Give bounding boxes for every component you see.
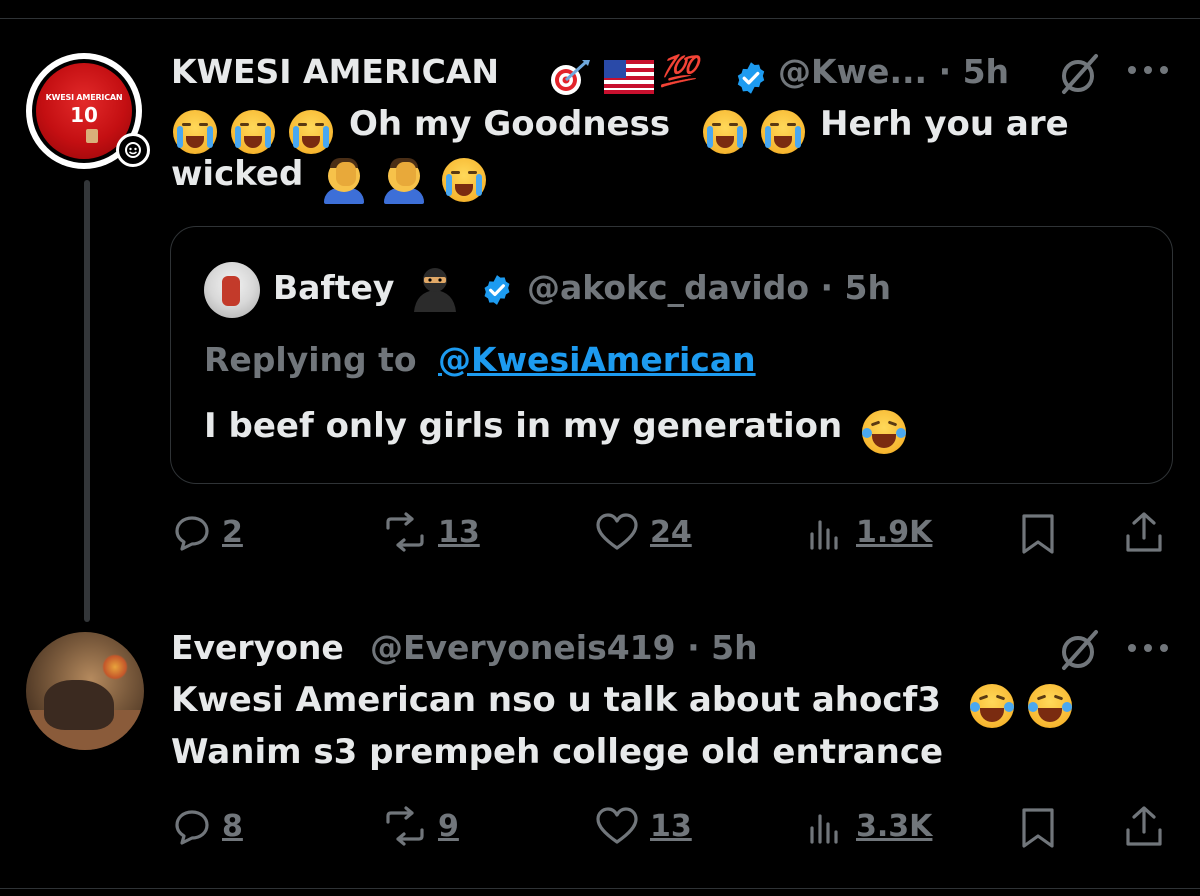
quoted-tweet-text: I beef only girls in my generation [204,406,843,446]
us-flag-icon [604,60,654,98]
handle: @akokc_davido [527,268,810,307]
like-count: 24 [650,514,692,550]
bookmark-icon [1018,806,1058,850]
reply-button[interactable]: 2 [172,512,243,552]
tweet-text-part: Wanim s3 prempeh college old entrance [171,732,944,772]
bottom-divider [0,888,1200,889]
view-count: 1.9K [856,514,933,550]
handle-and-time[interactable]: @Kwe... · 5h [778,52,1009,91]
timestamp: · 5h [938,52,1010,91]
bookmark-button[interactable] [1018,806,1058,850]
crying-face-emoji-icon [173,110,217,154]
tweet-text-part: wicked [171,154,304,194]
handle-and-time[interactable]: @Everyoneis419 · 5h [370,628,758,667]
grok-icon[interactable] [1056,628,1102,678]
tweet-text-part: Oh my Goodness [349,104,671,144]
like-count: 13 [650,808,692,844]
ninja-emoji-icon [410,266,460,316]
heart-icon [594,806,640,846]
reply-icon [172,806,212,846]
crying-face-emoji-icon [231,110,275,154]
repost-icon [382,512,428,552]
timestamp: · 5h [820,268,891,307]
tweet-text-part: Kwesi American nso u talk about ahocf3 [171,680,941,720]
facepalm-emoji-icon [322,156,366,204]
repost-button[interactable]: 13 [382,512,480,552]
repost-button[interactable]: 9 [382,806,459,846]
reply-icon [172,512,212,552]
share-button[interactable] [1122,510,1166,554]
replying-to-handle-link[interactable]: @KwesiAmerican [438,340,756,379]
reply-count: 2 [222,514,243,550]
repost-count: 13 [438,514,480,550]
target-icon [548,58,592,102]
repost-icon [382,806,428,846]
affiliate-badge-icon [116,133,150,167]
like-button[interactable]: 13 [594,806,692,846]
views-bar-chart-icon [806,512,846,552]
views-button[interactable]: 3.3K [806,806,932,846]
timestamp: · 5h [687,628,758,667]
bookmark-icon [1018,512,1058,556]
more-options-icon[interactable] [1126,640,1170,659]
laughing-tears-emoji-icon [1028,684,1072,728]
views-bar-chart-icon [806,806,846,846]
crying-face-emoji-icon [289,110,333,154]
bookmark-button[interactable] [1018,512,1058,556]
quoted-display-name[interactable]: Baftey [273,268,394,307]
jersey-patch [86,129,98,143]
heart-icon [594,512,640,552]
like-button[interactable]: 24 [594,512,692,552]
crying-face-emoji-icon [442,158,486,202]
display-name[interactable]: Everyone [171,628,344,667]
share-icon [1122,804,1166,848]
tweet-text-part: Herh you are [820,104,1069,144]
share-icon [1122,510,1166,554]
facepalm-emoji-icon [382,156,426,204]
avatar-everyone[interactable] [26,632,144,750]
jersey-name: KWESI AMERICAN [45,93,123,102]
verified-badge-icon [733,60,769,100]
replying-to-label: Replying to [204,340,417,379]
avatar-baftey[interactable] [204,262,260,318]
verified-badge-icon [480,273,514,311]
crying-face-emoji-icon [703,110,747,154]
view-count: 3.3K [856,808,933,844]
top-divider [0,18,1200,19]
handle: @Everyoneis419 [370,628,676,667]
reply-count: 8 [222,808,243,844]
jersey-number: 10 [70,103,98,127]
quoted-handle-and-time[interactable]: @akokc_davido · 5h [527,268,891,307]
thread-connector-line [84,180,90,622]
crying-face-emoji-icon [761,110,805,154]
repost-count: 9 [438,808,459,844]
laughing-tears-emoji-icon [862,410,906,454]
grok-icon[interactable] [1056,52,1102,102]
handle: @Kwe... [778,52,928,91]
display-name[interactable]: KWESI AMERICAN [171,52,499,91]
laughing-tears-emoji-icon [970,684,1014,728]
avatar-kwesi-american[interactable]: KWESI AMERICAN 10 [26,53,150,169]
hundred-points-icon: 💯 [660,54,698,89]
share-button[interactable] [1122,804,1166,848]
more-options-icon[interactable] [1126,62,1170,81]
views-button[interactable]: 1.9K [806,512,932,552]
reply-button[interactable]: 8 [172,806,243,846]
